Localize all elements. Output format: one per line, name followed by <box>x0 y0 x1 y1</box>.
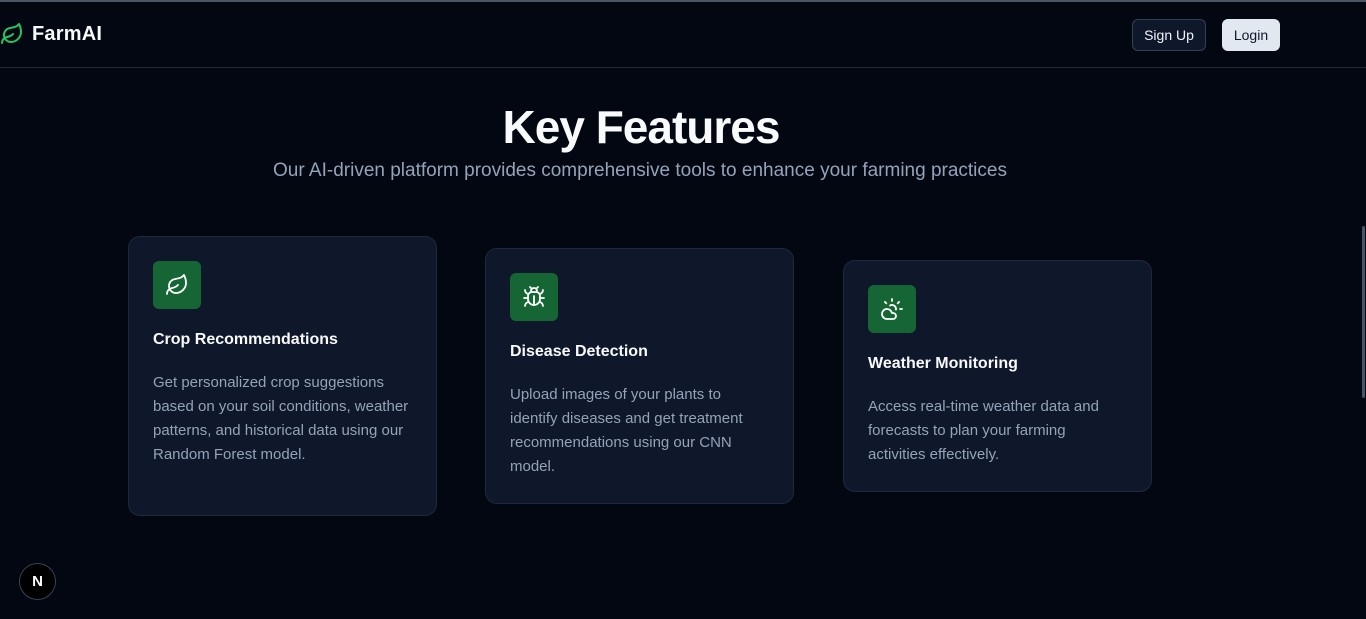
scrollbar-thumb[interactable] <box>1362 226 1365 398</box>
brand[interactable]: FarmAI <box>0 22 102 46</box>
navbar: FarmAI Sign Up Login <box>0 2 1366 68</box>
feature-card-description: Upload images of your plants to identify… <box>510 386 743 475</box>
section-subtitle: Our AI-driven platform provides comprehe… <box>273 160 1007 181</box>
feature-card-crop-recommendations: Crop Recommendations Get personalized cr… <box>128 236 437 516</box>
cloud-sun-icon <box>868 285 916 333</box>
brand-name: FarmAI <box>32 22 103 45</box>
feature-card-description: Get personalized crop suggestions based … <box>153 374 409 463</box>
login-button[interactable]: Login <box>1222 19 1280 51</box>
leaf-icon <box>153 261 201 309</box>
signup-button[interactable]: Sign Up <box>1132 19 1206 51</box>
feature-card-title: Crop Recommendations <box>153 331 338 348</box>
feature-card-description: Access real-time weather data and foreca… <box>868 398 1099 463</box>
leaf-icon <box>0 22 24 46</box>
feature-card-disease-detection: Disease Detection Upload images of your … <box>485 248 794 504</box>
feature-card-title: Disease Detection <box>510 343 648 360</box>
dev-tools-badge[interactable]: N <box>19 563 56 600</box>
bug-icon <box>510 273 558 321</box>
section-title: Key Features <box>502 101 781 153</box>
feature-card-weather-monitoring: Weather Monitoring Access real-time weat… <box>843 260 1152 492</box>
feature-card-title: Weather Monitoring <box>868 355 1018 372</box>
